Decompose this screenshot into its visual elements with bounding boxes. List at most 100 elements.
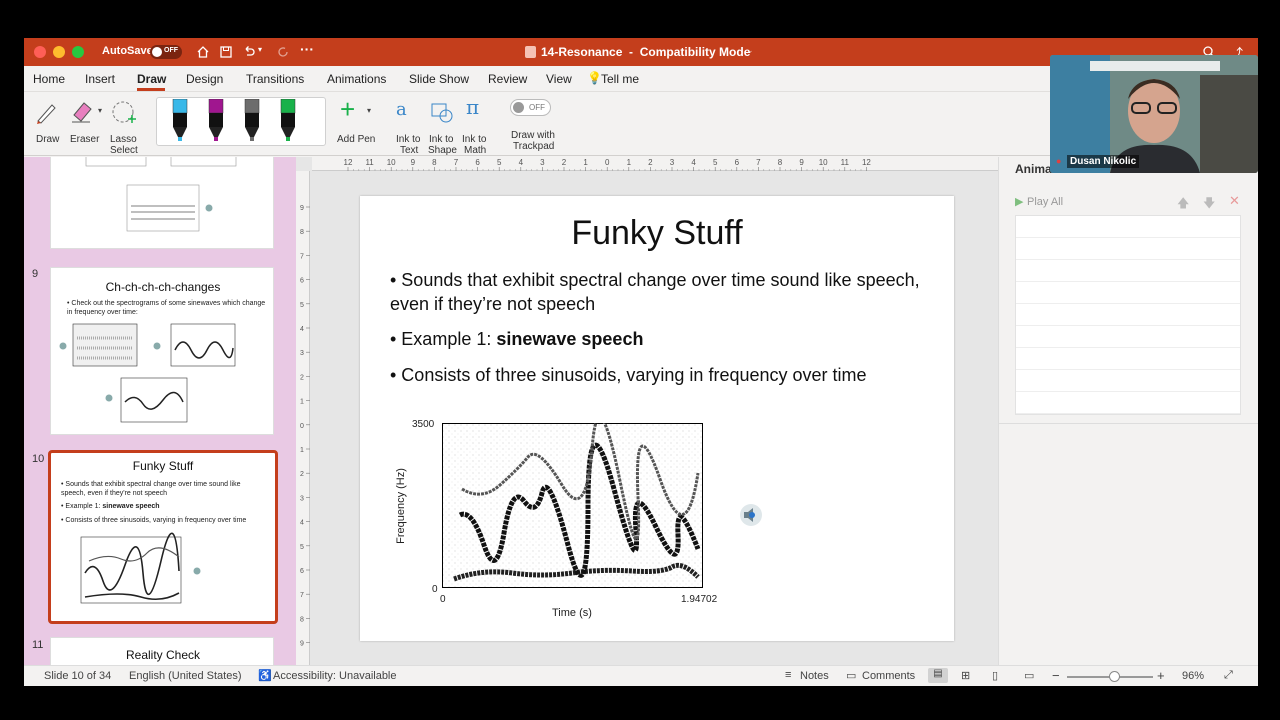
tell-me-search[interactable]: Tell me	[601, 72, 639, 86]
notes-button[interactable]: Notes	[800, 670, 829, 682]
add-pen-icon[interactable]: +	[340, 95, 355, 123]
ruler-h-label: 5	[713, 158, 718, 167]
document-title[interactable]: 14-Resonance - Compatibility Mode	[541, 45, 750, 59]
play-all-button[interactable]: Play All	[1027, 196, 1063, 208]
eraser-dropdown-icon[interactable]: ▾	[98, 106, 102, 115]
slide-thumbnail-10-selected[interactable]: Funky Stuff • Sounds that exhibit spectr…	[48, 450, 278, 624]
tab-view[interactable]: View	[546, 72, 572, 86]
tab-slide-show[interactable]: Slide Show	[409, 72, 469, 86]
pen-3[interactable]	[244, 99, 260, 141]
eraser-icon[interactable]	[68, 99, 94, 125]
redo-icon[interactable]	[276, 45, 290, 59]
zoom-slider-thumb[interactable]	[1109, 671, 1121, 682]
fit-to-window-icon[interactable]: ⤢	[1224, 669, 1233, 682]
play-icon[interactable]: ▶	[1015, 195, 1023, 208]
current-slide[interactable]: Funky Stuff • Sounds that exhibit spectr…	[360, 196, 954, 641]
accessibility-status[interactable]: Accessibility: Unavailable	[273, 670, 397, 682]
normal-view-icon[interactable]: ▤	[928, 668, 948, 683]
ruler-h-label: 2	[562, 158, 567, 167]
slide-thumbnail-8[interactable]	[50, 157, 274, 249]
slide-bullet-1[interactable]: • Sounds that exhibit spectral change ov…	[390, 268, 930, 316]
minimize-window-button[interactable]	[53, 46, 65, 58]
close-window-button[interactable]	[34, 46, 46, 58]
undo-icon[interactable]	[242, 45, 256, 59]
zoom-out-button[interactable]: −	[1052, 668, 1060, 683]
slide-thumbnail-11[interactable]: Reality Check	[50, 637, 274, 666]
slide-bullet-2-prefix: • Example 1:	[390, 329, 497, 349]
slide-title[interactable]: Funky Stuff	[360, 214, 954, 253]
slide-count: Slide 10 of 34	[44, 670, 112, 682]
ink-to-text-icon[interactable]: a	[396, 99, 407, 120]
trackpad-toggle[interactable]: OFF	[510, 99, 551, 116]
ruler-h-label: 8	[432, 158, 437, 167]
slide-thumbnail-9[interactable]: Ch-ch-ch-ch-changes • Check out the spec…	[50, 267, 274, 435]
trackpad-state: OFF	[529, 103, 545, 112]
audio-speaker-icon[interactable]	[738, 502, 764, 528]
ruler-v-label: 3	[300, 350, 304, 357]
slide-sorter-icon[interactable]: ⊞	[961, 669, 970, 682]
slide-number-11: 11	[32, 639, 44, 651]
ruler-h-label: 11	[841, 158, 850, 167]
save-icon[interactable]	[219, 45, 233, 59]
ruler-h-label: 8	[778, 158, 783, 167]
title-chevron-icon[interactable]: ⌄	[746, 45, 754, 56]
pen-4[interactable]	[280, 99, 296, 141]
comments-icon[interactable]: ▭	[846, 669, 856, 682]
ink-to-math-icon[interactable]: π	[466, 95, 479, 119]
animation-list[interactable]	[1015, 215, 1241, 415]
ruler-h-label: 10	[387, 158, 396, 167]
undo-dropdown-icon[interactable]: ▾	[258, 45, 262, 54]
slide-8-spectrogram-preview	[85, 157, 237, 232]
zoom-in-button[interactable]: +	[1157, 668, 1165, 683]
lasso-label-1: Lasso	[110, 134, 137, 145]
home-icon[interactable]	[196, 45, 210, 59]
tab-design[interactable]: Design	[186, 72, 223, 86]
pen-1[interactable]	[172, 99, 188, 141]
ruler-v-label: 8	[300, 229, 304, 236]
pen-2[interactable]	[208, 99, 224, 141]
notes-icon[interactable]: ≡	[785, 669, 791, 681]
lasso-select-icon[interactable]	[110, 99, 138, 127]
tab-home[interactable]: Home	[33, 72, 65, 86]
tab-transitions[interactable]: Transitions	[246, 72, 304, 86]
language-status[interactable]: English (United States)	[129, 670, 242, 682]
accessibility-icon: ♿	[258, 670, 272, 682]
ruler-v-label: 6	[300, 568, 304, 575]
horizontal-ruler-scale: 12 11 10 9 8 7 6 5 4 3 2 1 0 1 2 3 4 5 6 7 8 9 10 11 12	[344, 158, 871, 171]
ruler-v-label: 1	[300, 447, 304, 454]
sinewave-spectrogram-image[interactable]	[442, 423, 704, 589]
status-bar: Slide 10 of 34 English (United States) ♿…	[24, 665, 1258, 686]
spectrogram-ymin: 0	[432, 584, 438, 595]
add-pen-dropdown-icon[interactable]: ▾	[367, 106, 371, 115]
lightbulb-icon: 💡	[587, 71, 602, 85]
remove-animation-icon[interactable]: ✕	[1229, 193, 1240, 209]
more-icon[interactable]: ···	[300, 41, 314, 57]
move-down-icon[interactable]: 🡇	[1203, 194, 1215, 215]
draw-label: Draw	[36, 134, 60, 145]
spectrogram-ylabel: Frequency (Hz)	[395, 468, 407, 544]
ink-to-math-label-2: Math	[464, 145, 487, 156]
draw-pen-icon[interactable]	[34, 99, 60, 125]
tab-review[interactable]: Review	[488, 72, 527, 86]
maximize-window-button[interactable]	[72, 46, 84, 58]
slide-bullet-2[interactable]: • Example 1: sinewave speech	[390, 329, 643, 350]
reading-view-icon[interactable]: ▯	[992, 669, 998, 682]
zoom-level[interactable]: 96%	[1182, 670, 1204, 682]
tab-draw[interactable]: Draw	[137, 72, 166, 86]
move-up-icon[interactable]: 🡅	[1177, 194, 1189, 215]
mic-muted-icon: ●	[1056, 156, 1062, 166]
ruler-h-label: 9	[411, 158, 416, 167]
slide-number-10: 10	[32, 453, 45, 465]
ruler-v-label: 3	[300, 495, 304, 502]
autosave-toggle[interactable]: OFF	[150, 45, 182, 59]
comments-button[interactable]: Comments	[862, 670, 915, 682]
tab-animations[interactable]: Animations	[327, 72, 386, 86]
vertical-ruler-scale: 9 8 7 6 5 4 3 2 1 0 1 2 3 4 5 6 7 8 9	[300, 205, 310, 648]
slideshow-icon[interactable]: ▭	[1024, 669, 1034, 682]
slide-bullet-3[interactable]: • Consists of three sinusoids, varying i…	[390, 365, 950, 386]
ruler-h-label: 6	[475, 158, 480, 167]
slide-thumbnail-panel[interactable]: 9 Ch-ch-ch-ch-changes • Check out the sp…	[24, 157, 296, 666]
tab-insert[interactable]: Insert	[85, 72, 115, 86]
animation-pane-divider	[999, 423, 1258, 424]
ink-to-shape-icon[interactable]	[429, 99, 455, 125]
